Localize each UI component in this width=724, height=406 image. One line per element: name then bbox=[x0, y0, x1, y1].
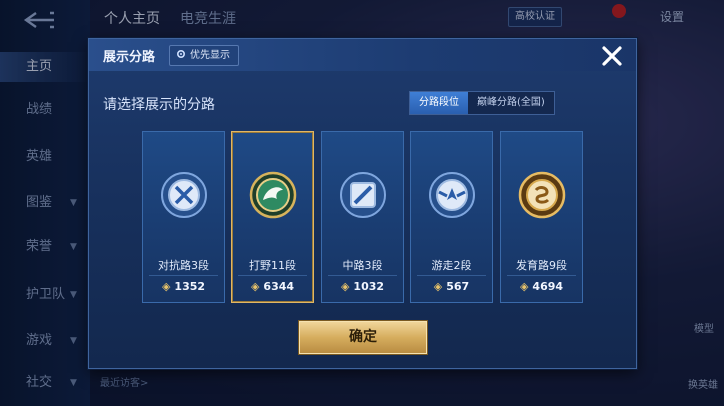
support-wings-icon bbox=[429, 172, 475, 218]
lane-card[interactable]: 游走2段 ◈ 567 bbox=[410, 131, 493, 303]
lane-rank-name: 中路3段 bbox=[342, 259, 383, 272]
rank-points-icon: ◈ bbox=[519, 280, 529, 293]
lane-card[interactable]: 中路3段 ◈ 1032 bbox=[321, 131, 404, 303]
lane-mode-toggle: 分路段位 巅峰分路(全国) bbox=[409, 91, 555, 115]
divider bbox=[507, 275, 576, 276]
select-lane-prompt: 请选择展示的分路 bbox=[103, 97, 215, 113]
close-icon[interactable] bbox=[599, 43, 625, 69]
priority-display-label: 优先显示 bbox=[190, 50, 230, 61]
lane-score: ◈ 1032 bbox=[322, 280, 403, 293]
rank-points-icon: ◈ bbox=[161, 280, 171, 293]
dialog-title: 展示分路 bbox=[103, 50, 156, 65]
lane-score-value: 6344 bbox=[263, 280, 295, 293]
divider bbox=[238, 275, 307, 276]
priority-display-button[interactable]: 优先显示 bbox=[169, 45, 239, 66]
lane-score-value: 567 bbox=[446, 280, 470, 293]
tab-lane-rank[interactable]: 分路段位 bbox=[410, 92, 468, 114]
lane-card[interactable]: 对抗路3段 ◈ 1352 bbox=[142, 131, 225, 303]
lane-score: ◈ 4694 bbox=[501, 280, 582, 293]
tab-peak-lane[interactable]: 巅峰分路(全国) bbox=[468, 92, 554, 114]
dialog-header: 展示分路 优先显示 bbox=[89, 39, 636, 71]
mid-lane-icon bbox=[340, 172, 386, 218]
farm-lane-icon bbox=[518, 171, 566, 219]
lane-score-value: 1032 bbox=[353, 280, 385, 293]
lane-card[interactable]: 打野11段 ◈ 6344 bbox=[231, 131, 314, 303]
lane-score-value: 1352 bbox=[174, 280, 206, 293]
divider bbox=[149, 275, 218, 276]
lane-score-value: 4694 bbox=[532, 280, 564, 293]
divider bbox=[417, 275, 486, 276]
lane-score: ◈ 6344 bbox=[232, 280, 313, 293]
jungle-dragon-icon bbox=[249, 171, 297, 219]
lane-rank-name: 发育路9段 bbox=[516, 259, 567, 272]
lane-display-dialog: 展示分路 优先显示 请选择展示的分路 分路段位 巅峰分路(全国) 对抗路3段 ◈ 1… bbox=[88, 38, 637, 369]
rank-points-icon: ◈ bbox=[433, 280, 443, 293]
lane-card[interactable]: 发育路9段 ◈ 4694 bbox=[500, 131, 583, 303]
lane-rank-name: 游走2段 bbox=[431, 259, 472, 272]
lane-score: ◈ 567 bbox=[411, 280, 492, 293]
gear-icon bbox=[176, 49, 186, 59]
divider bbox=[328, 275, 397, 276]
rank-points-icon: ◈ bbox=[340, 280, 350, 293]
shield-swords-icon bbox=[161, 172, 207, 218]
lane-rank-name: 打野11段 bbox=[249, 259, 296, 272]
lane-score: ◈ 1352 bbox=[143, 280, 224, 293]
confirm-button[interactable]: 确定 bbox=[299, 321, 427, 354]
lane-rank-name: 对抗路3段 bbox=[158, 259, 209, 272]
rank-points-icon: ◈ bbox=[250, 280, 260, 293]
